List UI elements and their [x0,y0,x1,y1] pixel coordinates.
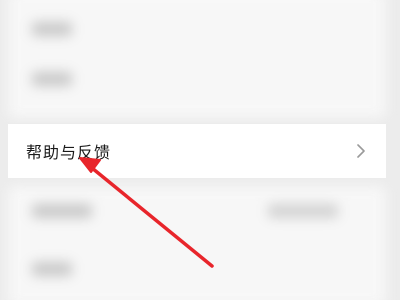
blurred-card-bottom [8,186,386,300]
blurred-item [32,204,92,218]
blurred-item [32,22,72,36]
help-feedback-row[interactable]: 帮助与反馈 [8,123,386,179]
blurred-value [268,204,338,218]
chevron-right-icon [357,144,365,158]
settings-screen: 帮助与反馈 [0,0,400,300]
blurred-item [32,262,72,276]
blurred-card-top [8,0,386,118]
blurred-item [32,72,72,86]
help-feedback-label: 帮助与反馈 [26,143,112,162]
